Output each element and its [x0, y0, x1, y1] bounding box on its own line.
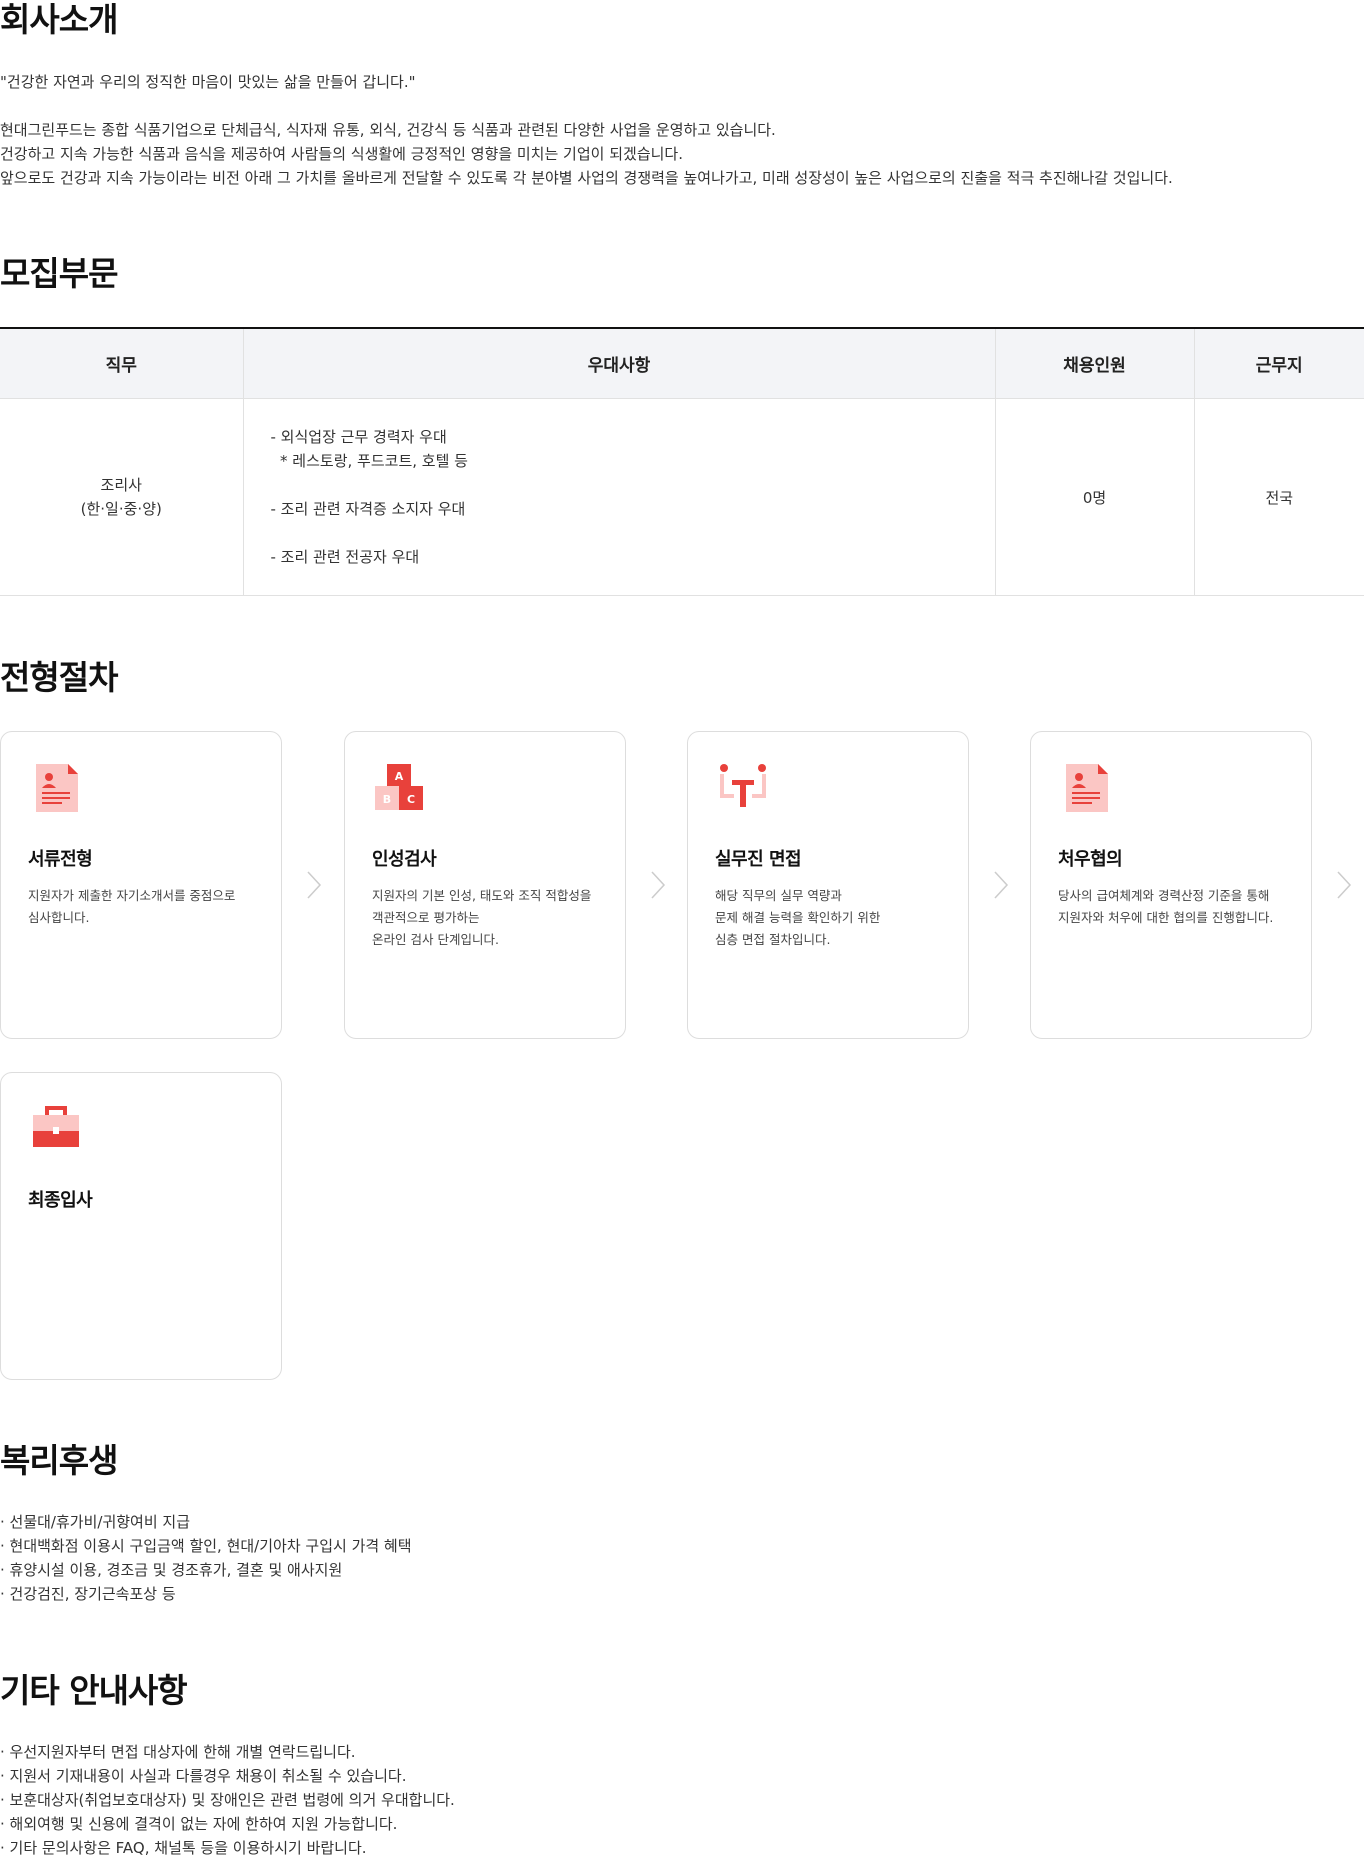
- step-description: 해당 직무의 실무 역량과 문제 해결 능력을 확인하기 위한 심층 면접 절차…: [715, 885, 960, 951]
- list-item: · 건강검진, 장기근속포상 등: [0, 1585, 176, 1603]
- step-description-line: 심사합니다.: [28, 910, 90, 925]
- company-intro-section: 회사소개 "건강한 자연과 우리의 정직한 마음이 맛있는 삶을 만들어 갑니다…: [0, 0, 1364, 190]
- svg-text:A: A: [395, 770, 404, 783]
- etc-section: 기타 안내사항 · 우선지원자부터 면접 대상자에 한해 개별 연락드립니다. …: [0, 1671, 1364, 1860]
- step-description: 당사의 급여체계와 경력산정 기준을 통해 지원자와 처우에 대한 협의를 진행…: [1058, 885, 1303, 929]
- step-description-line: 지원자가 제출한 자기소개서를 중점으로: [28, 888, 236, 903]
- recruit-section: 모집부문 직무 우대사항 채용인원 근무지 조리사 (한·일·중·양) - 외식…: [0, 254, 1364, 596]
- headcount-cell: 0명: [995, 398, 1195, 596]
- preference-spacer: [271, 521, 995, 545]
- preference-line: * 레스토랑, 푸드코트, 호텔 등: [270, 452, 468, 470]
- process-step-negotiation: 처우협의 당사의 급여체계와 경력산정 기준을 통해 지원자와 처우에 대한 협…: [1030, 731, 1312, 1039]
- process-title: 전형절차: [0, 658, 118, 697]
- list-item: · 보훈대상자(취업보호대상자) 및 장애인은 관련 법령에 의거 우대합니다.: [0, 1791, 455, 1809]
- preference-line: - 외식업장 근무 경력자 우대: [270, 428, 447, 446]
- company-slogan: "건강한 자연과 우리의 정직한 마음이 맛있는 삶을 만들어 갑니다.": [0, 73, 416, 91]
- preference-line: - 조리 관련 자격증 소지자 우대: [270, 500, 466, 518]
- document-icon: [36, 764, 78, 812]
- recruit-title: 모집부문: [0, 254, 118, 293]
- chevron-right-icon: [651, 871, 666, 899]
- step-description: 지원자가 제출한 자기소개서를 중점으로 심사합니다.: [28, 885, 273, 929]
- table-header-row: 직무 우대사항 채용인원 근무지: [0, 328, 1364, 399]
- preference-spacer: [271, 473, 995, 497]
- step-description-line: 객관적으로 평가하는: [372, 910, 480, 925]
- preference-line: - 조리 관련 전공자 우대: [270, 548, 420, 566]
- step-description-line: 지원자와 처우에 대한 협의를 진행합니다.: [1058, 910, 1274, 925]
- step-description-line: 온라인 검사 단계입니다.: [372, 932, 499, 947]
- company-description-line: 건강하고 지속 가능한 식품과 음식을 제공하여 사람들의 식생활에 긍정적인 …: [0, 145, 683, 163]
- interview-icon: [720, 764, 766, 807]
- chevron-right-icon: [994, 871, 1009, 899]
- company-description-line: 앞으로도 건강과 지속 가능이라는 비전 아래 그 가치를 올바르게 전달할 수…: [0, 169, 1173, 187]
- list-item: · 휴양시설 이용, 경조금 및 경조휴가, 결혼 및 애사지원: [0, 1561, 343, 1579]
- svg-text:C: C: [407, 793, 415, 806]
- step-description-line: 해당 직무의 실무 역량과: [715, 888, 842, 903]
- header-preference: 우대사항: [243, 328, 996, 399]
- process-step-interview: 실무진 면접 해당 직무의 실무 역량과 문제 해결 능력을 확인하기 위한 심…: [687, 731, 969, 1039]
- benefits-title: 복리후생: [0, 1441, 118, 1480]
- chevron-right-icon: [307, 871, 322, 899]
- step-description-line: 지원자의 기본 인성, 태도와 조직 적합성을: [372, 888, 592, 903]
- list-item: · 지원서 기재내용이 사실과 다를경우 채용이 취소될 수 있습니다.: [0, 1767, 407, 1785]
- process-step-final: 최종입사: [0, 1072, 282, 1380]
- step-title: 인성검사: [372, 849, 437, 870]
- briefcase-icon: [33, 1106, 79, 1147]
- process-step-document: 서류전형 지원자가 제출한 자기소개서를 중점으로 심사합니다.: [0, 731, 282, 1039]
- benefits-list: · 선물대/휴가비/귀향여비 지급 · 현대백화점 이용시 구입금액 할인, 현…: [0, 1510, 1364, 1606]
- process-section: 전형절차 서류전형 지원자가 제출한 자기소개서를 중점으로 심사합니다. A …: [0, 658, 1364, 1391]
- header-headcount: 채용인원: [995, 328, 1195, 399]
- list-item: · 선물대/휴가비/귀향여비 지급: [0, 1513, 191, 1531]
- list-item: · 우선지원자부터 면접 대상자에 한해 개별 연락드립니다.: [0, 1743, 356, 1761]
- step-description-line: 당사의 급여체계와 경력산정 기준을 통해: [1058, 888, 1270, 903]
- list-item: · 해외여행 및 신용에 결격이 없는 자에 한하여 지원 가능합니다.: [0, 1815, 398, 1833]
- preference-cell: - 외식업장 근무 경력자 우대 * 레스토랑, 푸드코트, 호텔 등 - 조리…: [243, 398, 996, 596]
- document-icon: [1066, 764, 1108, 812]
- table-row: 조리사 (한·일·중·양) - 외식업장 근무 경력자 우대 * 레스토랑, 푸…: [0, 398, 1364, 596]
- job-cell: 조리사 (한·일·중·양): [0, 398, 244, 596]
- etc-list: · 우선지원자부터 면접 대상자에 한해 개별 연락드립니다. · 지원서 기재…: [0, 1740, 1364, 1860]
- process-steps: 서류전형 지원자가 제출한 자기소개서를 중점으로 심사합니다. A B C 인…: [0, 731, 1364, 1391]
- step-title: 실무진 면접: [715, 849, 802, 870]
- recruit-table: 직무 우대사항 채용인원 근무지 조리사 (한·일·중·양) - 외식업장 근무…: [0, 327, 1364, 596]
- etc-title: 기타 안내사항: [0, 1671, 188, 1710]
- step-description-line: 문제 해결 능력을 확인하기 위한: [715, 910, 881, 925]
- step-title: 최종입사: [28, 1190, 93, 1211]
- list-item: · 기타 문의사항은 FAQ, 채널톡 등을 이용하시기 바랍니다.: [0, 1839, 367, 1857]
- location-cell: 전국: [1194, 398, 1364, 596]
- step-title: 서류전형: [28, 849, 93, 870]
- benefits-section: 복리후생 · 선물대/휴가비/귀향여비 지급 · 현대백화점 이용시 구입금액 …: [0, 1441, 1364, 1606]
- step-title: 처우협의: [1058, 849, 1123, 870]
- company-description-line: 현대그린푸드는 종합 식품기업으로 단체급식, 식자재 유통, 외식, 건강식 …: [0, 121, 776, 139]
- chevron-right-icon: [1337, 871, 1352, 899]
- abc-blocks-icon: A B C: [375, 764, 423, 810]
- step-description: 지원자의 기본 인성, 태도와 조직 적합성을 객관적으로 평가하는 온라인 검…: [372, 885, 617, 951]
- job-sub: (한·일·중·양): [80, 500, 162, 518]
- step-description-line: 심층 면접 절차입니다.: [715, 932, 831, 947]
- company-description: 현대그린푸드는 종합 식품기업으로 단체급식, 식자재 유통, 외식, 건강식 …: [0, 118, 1364, 190]
- header-location: 근무지: [1194, 328, 1364, 399]
- header-job: 직무: [0, 328, 244, 399]
- process-step-personality-test: A B C 인성검사 지원자의 기본 인성, 태도와 조직 적합성을 객관적으로…: [344, 731, 626, 1039]
- job-name: 조리사: [100, 476, 142, 494]
- svg-text:B: B: [383, 793, 391, 806]
- list-item: · 현대백화점 이용시 구입금액 할인, 현대/기아차 구입시 가격 혜택: [0, 1537, 412, 1555]
- company-intro-title: 회사소개: [0, 0, 118, 39]
